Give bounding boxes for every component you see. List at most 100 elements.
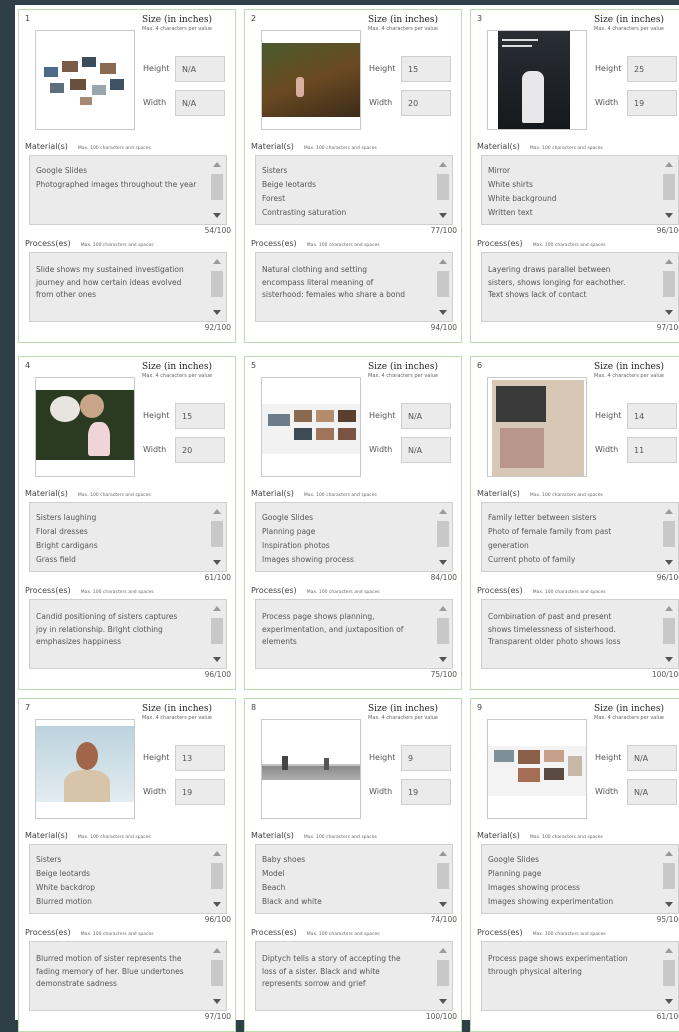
scroll-thumb[interactable] (211, 521, 223, 547)
materials-scrollbar[interactable] (662, 160, 676, 220)
materials-textarea[interactable]: Google Slides Photographed images through… (29, 155, 227, 225)
scroll-down-arrow-icon[interactable] (665, 999, 673, 1004)
width-input[interactable]: N/A (627, 779, 677, 805)
scroll-up-arrow-icon[interactable] (665, 851, 673, 856)
width-input[interactable]: N/A (175, 90, 225, 116)
scroll-down-arrow-icon[interactable] (213, 560, 221, 565)
scroll-up-arrow-icon[interactable] (439, 948, 447, 953)
process-scrollbar[interactable] (436, 604, 450, 664)
height-input[interactable]: 13 (175, 745, 225, 771)
height-input[interactable]: 9 (401, 745, 451, 771)
scroll-thumb[interactable] (663, 174, 675, 200)
materials-textarea[interactable]: Baby shoes Model Beach Black and white (255, 844, 453, 914)
scroll-thumb[interactable] (437, 174, 449, 200)
materials-scrollbar[interactable] (210, 849, 224, 909)
scroll-thumb[interactable] (663, 960, 675, 986)
materials-scrollbar[interactable] (210, 160, 224, 220)
height-input[interactable]: N/A (627, 745, 677, 771)
scroll-thumb[interactable] (663, 521, 675, 547)
height-input[interactable]: N/A (401, 403, 451, 429)
scroll-down-arrow-icon[interactable] (213, 999, 221, 1004)
scroll-thumb[interactable] (211, 863, 223, 889)
width-input[interactable]: 20 (401, 90, 451, 116)
scroll-up-arrow-icon[interactable] (439, 162, 447, 167)
materials-textarea[interactable]: Sisters Beige leotards White backdrop Blurr… (29, 844, 227, 914)
scroll-down-arrow-icon[interactable] (439, 213, 447, 218)
process-textarea[interactable]: Candid positioning of sisters captures jo… (29, 599, 227, 669)
width-input[interactable]: 11 (627, 437, 677, 463)
process-textarea[interactable]: Diptych tells a story of accepting the lo… (255, 941, 453, 1011)
scroll-up-arrow-icon[interactable] (665, 606, 673, 611)
scroll-thumb[interactable] (437, 960, 449, 986)
scroll-thumb[interactable] (211, 174, 223, 200)
artwork-thumbnail[interactable] (487, 377, 587, 477)
scroll-down-arrow-icon[interactable] (665, 310, 673, 315)
height-input[interactable]: N/A (175, 56, 225, 82)
artwork-thumbnail[interactable] (487, 30, 587, 130)
scroll-thumb[interactable] (437, 521, 449, 547)
materials-scrollbar[interactable] (436, 160, 450, 220)
materials-scrollbar[interactable] (210, 507, 224, 567)
scroll-up-arrow-icon[interactable] (213, 259, 221, 264)
scroll-down-arrow-icon[interactable] (213, 902, 221, 907)
scroll-down-arrow-icon[interactable] (439, 902, 447, 907)
height-input[interactable]: 14 (627, 403, 677, 429)
scroll-thumb[interactable] (437, 618, 449, 644)
materials-textarea[interactable]: Google Slides Planning page Inspiration ph… (255, 502, 453, 572)
artwork-thumbnail[interactable] (35, 719, 135, 819)
height-input[interactable]: 15 (175, 403, 225, 429)
width-input[interactable]: 20 (175, 437, 225, 463)
process-scrollbar[interactable] (662, 604, 676, 664)
scroll-thumb[interactable] (663, 271, 675, 297)
scroll-up-arrow-icon[interactable] (213, 851, 221, 856)
width-input[interactable]: 19 (175, 779, 225, 805)
scroll-down-arrow-icon[interactable] (213, 657, 221, 662)
scroll-thumb[interactable] (437, 863, 449, 889)
scroll-thumb[interactable] (663, 863, 675, 889)
materials-scrollbar[interactable] (436, 849, 450, 909)
materials-scrollbar[interactable] (436, 507, 450, 567)
scroll-down-arrow-icon[interactable] (665, 213, 673, 218)
process-scrollbar[interactable] (210, 946, 224, 1006)
scroll-up-arrow-icon[interactable] (439, 259, 447, 264)
process-scrollbar[interactable] (210, 257, 224, 317)
scroll-up-arrow-icon[interactable] (439, 509, 447, 514)
width-input[interactable]: 19 (401, 779, 451, 805)
scroll-up-arrow-icon[interactable] (213, 606, 221, 611)
scroll-thumb[interactable] (663, 618, 675, 644)
width-input[interactable]: N/A (401, 437, 451, 463)
scroll-thumb[interactable] (211, 618, 223, 644)
materials-scrollbar[interactable] (662, 849, 676, 909)
scroll-down-arrow-icon[interactable] (439, 310, 447, 315)
scroll-thumb[interactable] (211, 960, 223, 986)
artwork-thumbnail[interactable] (35, 377, 135, 477)
process-textarea[interactable]: Process page shows planning, experimentat… (255, 599, 453, 669)
scroll-thumb[interactable] (211, 271, 223, 297)
process-textarea[interactable]: Natural clothing and setting encompass li… (255, 252, 453, 322)
artwork-thumbnail[interactable] (35, 30, 135, 130)
process-scrollbar[interactable] (436, 257, 450, 317)
process-scrollbar[interactable] (436, 946, 450, 1006)
scroll-down-arrow-icon[interactable] (665, 657, 673, 662)
scroll-up-arrow-icon[interactable] (213, 509, 221, 514)
height-input[interactable]: 25 (627, 56, 677, 82)
width-input[interactable]: 19 (627, 90, 677, 116)
process-textarea[interactable]: Process page shows experimentation throug… (481, 941, 679, 1011)
scroll-up-arrow-icon[interactable] (213, 162, 221, 167)
materials-textarea[interactable]: Sisters laughing Floral dresses Bright car… (29, 502, 227, 572)
scroll-up-arrow-icon[interactable] (665, 162, 673, 167)
scroll-down-arrow-icon[interactable] (213, 213, 221, 218)
scroll-up-arrow-icon[interactable] (665, 948, 673, 953)
scroll-down-arrow-icon[interactable] (213, 310, 221, 315)
height-input[interactable]: 15 (401, 56, 451, 82)
scroll-up-arrow-icon[interactable] (213, 948, 221, 953)
artwork-thumbnail[interactable] (261, 377, 361, 477)
scroll-thumb[interactable] (437, 271, 449, 297)
scroll-up-arrow-icon[interactable] (665, 259, 673, 264)
process-scrollbar[interactable] (662, 257, 676, 317)
artwork-thumbnail[interactable] (261, 719, 361, 819)
process-textarea[interactable]: Slide shows my sustained investigation jo… (29, 252, 227, 322)
scroll-down-arrow-icon[interactable] (439, 560, 447, 565)
process-textarea[interactable]: Combination of past and present shows tim… (481, 599, 679, 669)
process-textarea[interactable]: Blurred motion of sister represents the f… (29, 941, 227, 1011)
